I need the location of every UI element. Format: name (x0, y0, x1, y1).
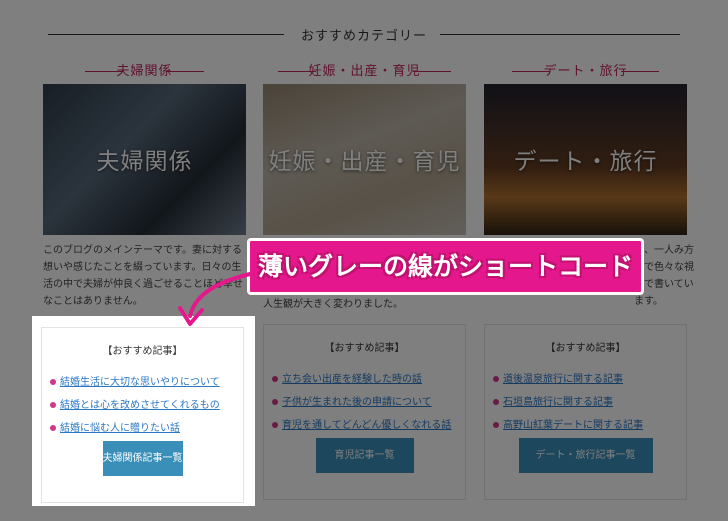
list-item: 結婚に悩む人に贈りたい話 (50, 417, 243, 440)
bullet-icon (50, 402, 56, 408)
callout-text: 薄いグレーの線がショートコード (257, 252, 633, 281)
category-list-button[interactable]: 夫婦関係記事一覧 (102, 441, 183, 476)
recommend-box: 【おすすめ記事】 結婚生活に大切な思いやりについて 結婚とは心を改めさせてくれる… (41, 327, 244, 503)
highlighted-shortcode-area: 【おすすめ記事】 結婚生活に大切な思いやりについて 結婚とは心を改めさせてくれる… (33, 317, 254, 505)
annotation-callout: 薄いグレーの線がショートコード (247, 238, 644, 295)
article-link[interactable]: 結婚とは心を改めさせてくれるもの (60, 400, 220, 411)
article-link[interactable]: 結婚生活に大切な思いやりについて (60, 377, 220, 388)
arrow-icon (178, 272, 252, 326)
bullet-icon (50, 379, 56, 385)
article-link[interactable]: 結婚に悩む人に贈りたい話 (60, 423, 180, 434)
list-item: 結婚とは心を改めさせてくれるもの (50, 394, 243, 417)
list-item: 結婚生活に大切な思いやりについて (50, 371, 243, 394)
bullet-icon (50, 425, 56, 431)
article-list: 結婚生活に大切な思いやりについて 結婚とは心を改めさせてくれるもの 結婚に悩む人… (42, 371, 243, 440)
box-title: 【おすすめ記事】 (102, 346, 183, 357)
